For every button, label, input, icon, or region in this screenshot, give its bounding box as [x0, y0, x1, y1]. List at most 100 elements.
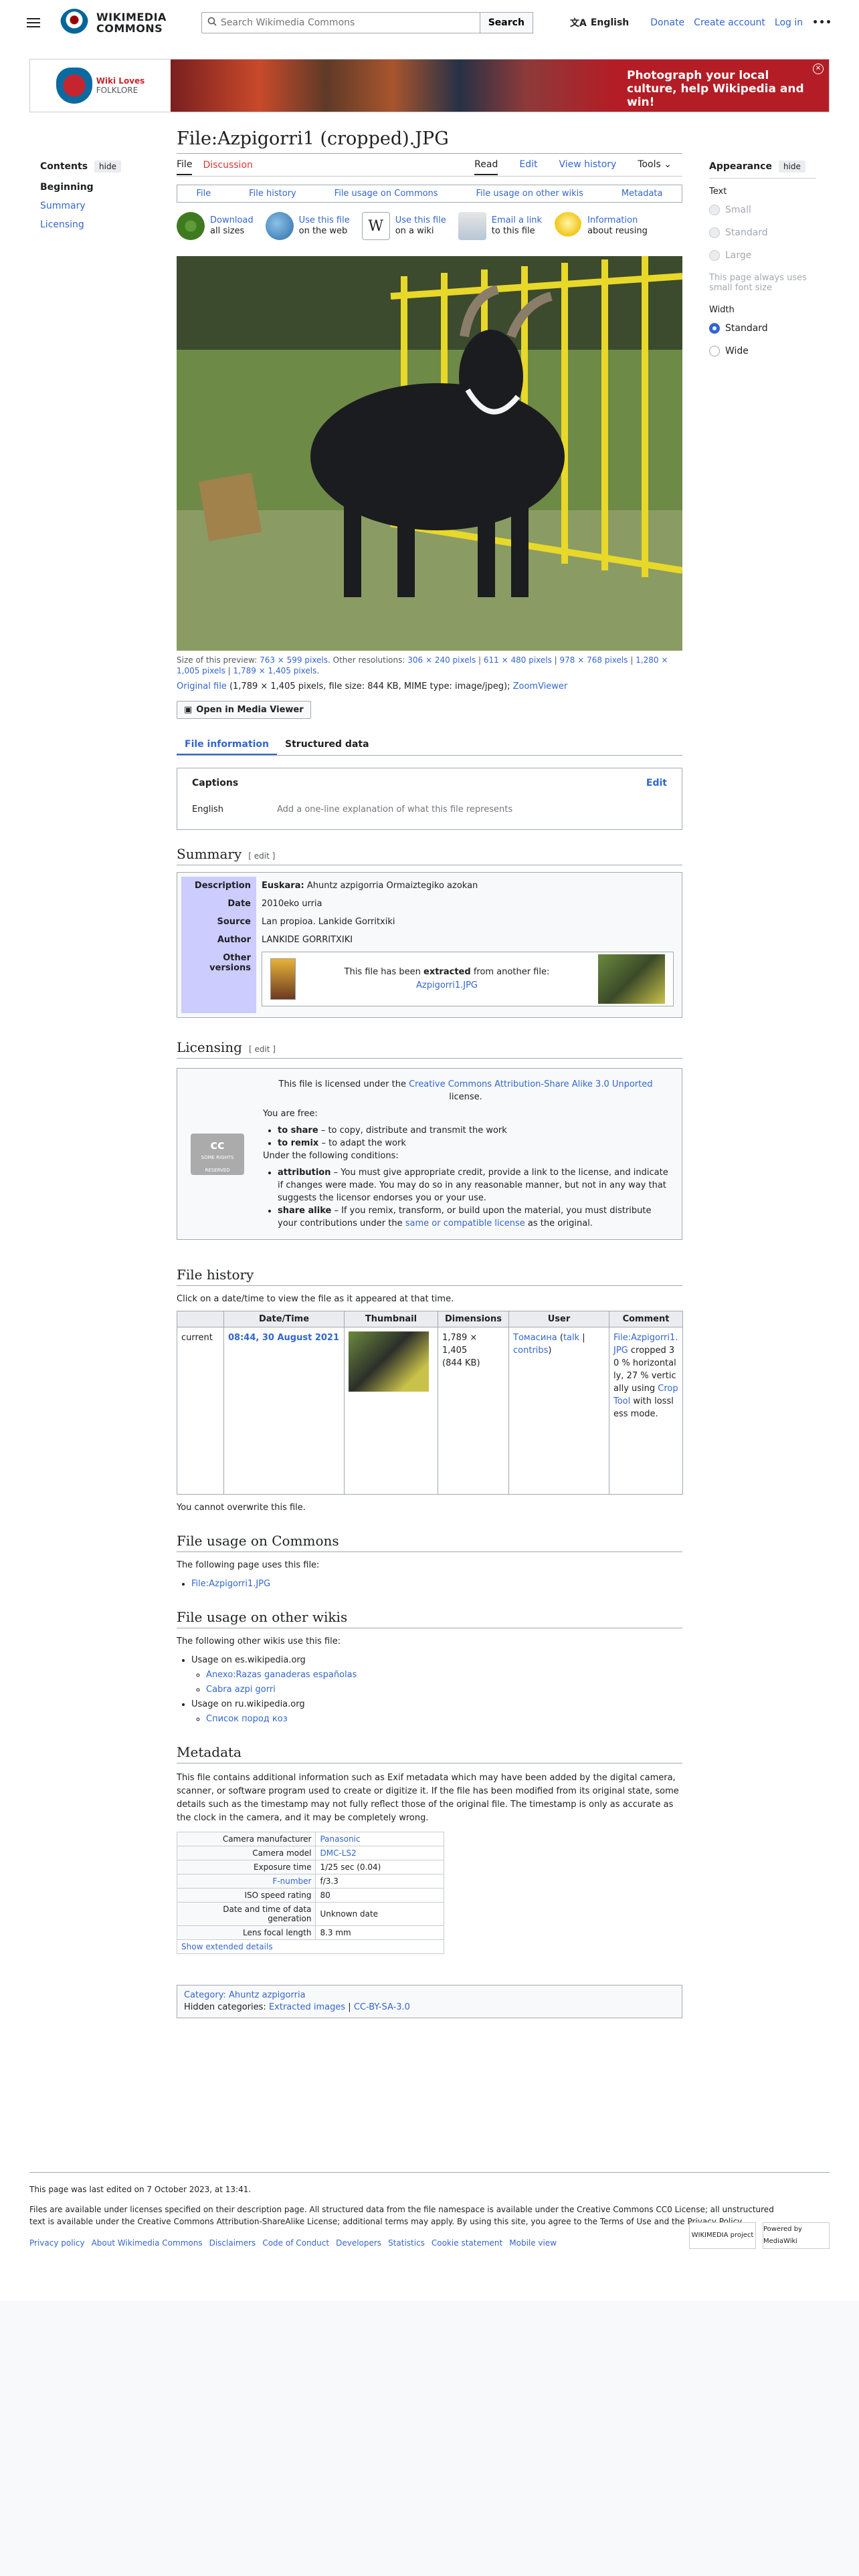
footer-privacy-link[interactable]: Privacy policy — [29, 2237, 85, 2249]
source-file-thumbnail[interactable] — [598, 954, 665, 1004]
table-of-contents: Contents hide Beginning Summary Licensin… — [40, 160, 151, 238]
menu-icon[interactable] — [27, 18, 40, 27]
page: WIKIMEDIA COMMONS Search 文A English Dona… — [0, 0, 859, 2300]
source-value: Lan propioa. Lankide Gorritxiki — [262, 917, 395, 927]
footer-statistics-link[interactable]: Statistics — [388, 2237, 425, 2249]
extracted-notice: This file has been extracted from anothe… — [262, 952, 674, 1006]
donate-link[interactable]: Donate — [650, 17, 684, 28]
width-standard-radio[interactable]: Standard — [709, 323, 816, 334]
captions-edit-button[interactable]: Edit — [646, 778, 667, 788]
wikimedia-project-badge[interactable]: WIKIMEDIA project — [689, 2222, 756, 2249]
show-extended-details-link[interactable]: Show extended details — [181, 1942, 273, 1951]
zoomviewer-link[interactable]: ZoomViewer — [513, 681, 568, 691]
download-action[interactable]: Download all sizes — [177, 212, 254, 240]
compatible-license-link[interactable]: same or compatible license — [405, 1218, 525, 1228]
appearance-hide-button[interactable]: hide — [778, 160, 805, 173]
reuse-info-action[interactable]: Information about reusing — [554, 212, 648, 240]
history-comment: File:Azpigorri1.JPG cropped 30 % horizon… — [609, 1327, 683, 1495]
toc-item-beginning[interactable]: Beginning — [40, 182, 151, 193]
usage-ru-link-1[interactable]: Список пород коз — [206, 1714, 288, 1724]
site-wordmark[interactable]: WIKIMEDIA COMMONS — [96, 11, 167, 34]
language-button[interactable]: 文A English — [570, 16, 629, 29]
res-306-link[interactable]: 306 × 240 pixels — [407, 655, 476, 665]
col-comment: Comment — [609, 1311, 683, 1327]
licensing-edit-link[interactable]: [ edit ] — [249, 1045, 276, 1054]
hidden-cat-extracted[interactable]: Extracted images — [269, 2002, 345, 2012]
source-file-link[interactable]: Azpigorri1.JPG — [416, 980, 478, 990]
source-label: Source — [181, 913, 256, 931]
toc-item-licensing[interactable]: Licensing — [40, 219, 151, 230]
close-icon[interactable]: ✕ — [813, 64, 824, 74]
toc-item-summary[interactable]: Summary — [40, 201, 151, 211]
usage-es-link-2[interactable]: Cabra azpi gorri — [206, 1685, 276, 1695]
meta-fnumber-link[interactable]: F-number — [272, 1876, 311, 1886]
usage-es-link-1[interactable]: Anexo:Razas ganaderas españolas — [206, 1670, 357, 1680]
meta-manufacturer-link[interactable]: Panasonic — [320, 1834, 360, 1844]
tab-view-history[interactable]: View history — [559, 155, 616, 175]
hidden-cat-ccbysa[interactable]: CC-BY-SA-3.0 — [354, 2002, 410, 2012]
banner-cta: Photograph your local culture, help Wiki… — [615, 60, 829, 112]
history-date-link[interactable]: 08:44, 30 August 2021 — [228, 1333, 339, 1343]
filetoc-usage-commons[interactable]: File usage on Commons — [335, 189, 438, 199]
meta-model-link[interactable]: DMC-LS2 — [320, 1848, 356, 1858]
tab-file-information[interactable]: File information — [177, 735, 278, 755]
history-thumbnail[interactable] — [349, 1331, 429, 1392]
search-box[interactable] — [201, 12, 480, 33]
toc-hide-button[interactable]: hide — [94, 160, 121, 173]
usage-commons-link[interactable]: File:Azpigorri1.JPG — [191, 1579, 270, 1589]
login-link[interactable]: Log in — [775, 17, 803, 28]
tab-edit[interactable]: Edit — [519, 155, 537, 175]
footer-disclaimers-link[interactable]: Disclaimers — [209, 2237, 256, 2249]
metadata-table: Camera manufacturer Panasonic Camera mode… — [176, 1832, 444, 1954]
tools-dropdown[interactable]: Tools ⌄ — [638, 155, 672, 175]
tab-read[interactable]: Read — [474, 155, 498, 175]
preview-size-link[interactable]: 763 × 599 pixels — [260, 655, 328, 665]
open-media-viewer-button[interactable]: ▣ Open in Media Viewer — [177, 701, 311, 719]
tab-discussion[interactable]: Discussion — [203, 156, 252, 175]
filetoc-history[interactable]: File history — [249, 189, 296, 199]
category-label-link[interactable]: Category: — [184, 1990, 226, 2000]
create-account-link[interactable]: Create account — [694, 17, 765, 28]
res-1789-link[interactable]: 1,789 × 1,405 pixels — [233, 666, 317, 675]
search-input[interactable] — [220, 17, 474, 28]
summary-edit-link[interactable]: [ edit ] — [248, 851, 275, 861]
original-file-link[interactable]: Original file — [177, 681, 227, 691]
footer-about-link[interactable]: About Wikimedia Commons — [92, 2237, 203, 2249]
email-link-action[interactable]: Email a link to this file — [458, 212, 542, 240]
width-wide-radio[interactable]: Wide — [709, 346, 816, 356]
use-on-wiki-action[interactable]: W Use this file on a wiki — [361, 212, 446, 240]
cc-badge[interactable]: cc SOME RIGHTS RESERVED — [191, 1078, 250, 1230]
category-link[interactable]: Ahuntz azpigorria — [229, 1990, 306, 2000]
search-button[interactable]: Search — [480, 12, 533, 33]
tab-structured-data[interactable]: Structured data — [277, 735, 377, 755]
footer-developers-link[interactable]: Developers — [336, 2237, 381, 2249]
site-header: WIKIMEDIA COMMONS Search 文A English Dona… — [0, 0, 859, 45]
commons-logo-icon[interactable] — [60, 9, 88, 37]
wordmark-line2: COMMONS — [96, 22, 163, 35]
history-dimensions: 1,789 × 1,405 (844 KB) — [438, 1327, 509, 1495]
use-on-web-action[interactable]: Use this file on the web — [265, 212, 350, 240]
wiki-loves-folklore-icon — [56, 68, 92, 104]
filetoc-file[interactable]: File — [196, 189, 211, 199]
filetoc-usage-other[interactable]: File usage on other wikis — [476, 189, 584, 199]
footer-coc-link[interactable]: Code of Conduct — [262, 2237, 329, 2249]
caption-placeholder[interactable]: Add a one-line explanation of what this … — [277, 804, 512, 815]
res-611-link[interactable]: 611 × 480 pixels — [484, 655, 552, 665]
goat-photo[interactable] — [177, 256, 682, 651]
filetoc-metadata[interactable]: Metadata — [622, 189, 663, 199]
more-options-icon[interactable]: ••• — [812, 17, 832, 28]
tab-file[interactable]: File — [177, 155, 193, 175]
footer-mobile-link[interactable]: Mobile view — [509, 2237, 557, 2249]
footer-cookie-link[interactable]: Cookie statement — [432, 2237, 502, 2249]
license-link[interactable]: Creative Commons Attribution-Share Alike… — [409, 1079, 652, 1089]
user-contribs-link[interactable]: contribs — [513, 1346, 548, 1356]
license-text: This file is licensed under the Creative… — [263, 1078, 668, 1230]
campaign-banner[interactable]: Wiki Loves FOLKLORE Photograph your loca… — [29, 59, 830, 112]
user-link[interactable]: Томасина — [513, 1333, 557, 1343]
powered-by-mediawiki-badge[interactable]: Powered by MediaWiki — [763, 2222, 830, 2249]
file-preview[interactable] — [177, 256, 682, 651]
res-978-link[interactable]: 978 × 768 pixels — [560, 655, 628, 665]
preview-resolutions: Size of this preview: 763 × 599 pixels. … — [177, 655, 668, 675]
category-box: Category: Ahuntz azpigorria Hidden categ… — [177, 1985, 682, 2018]
user-talk-link[interactable]: talk — [563, 1333, 579, 1343]
